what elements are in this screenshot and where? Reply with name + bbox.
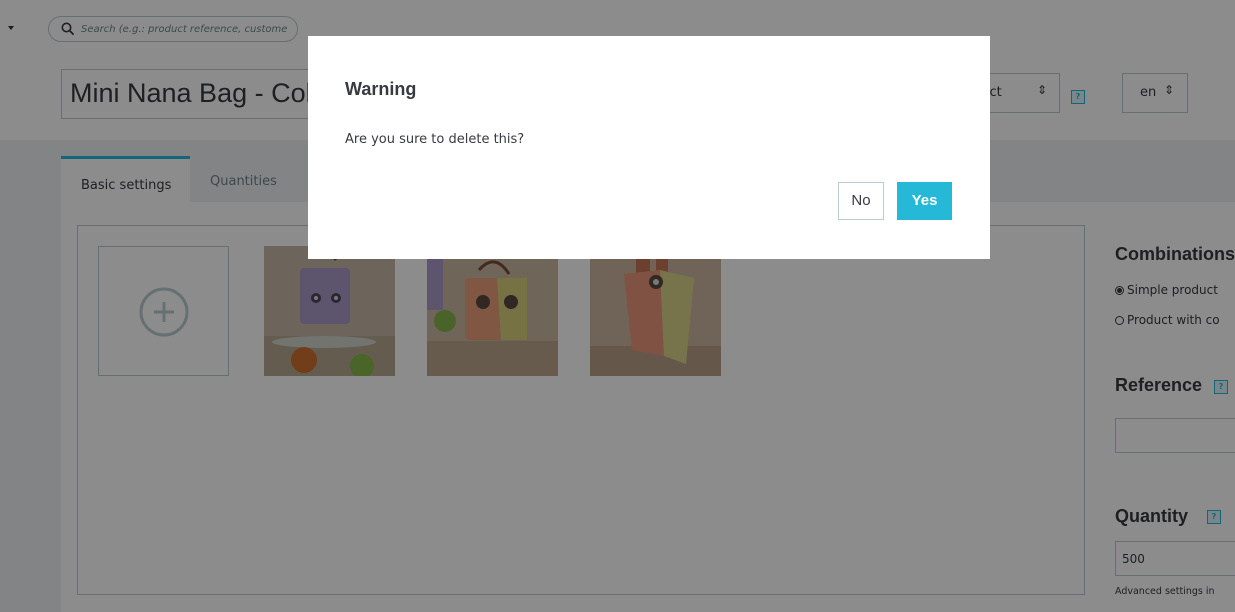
- dialog-title: Warning: [345, 79, 417, 99]
- yes-button[interactable]: Yes: [897, 182, 952, 220]
- no-button[interactable]: No: [838, 182, 884, 220]
- dialog-message: Are you sure to delete this?: [345, 132, 525, 147]
- warning-dialog: Warning Are you sure to delete this? No …: [308, 36, 990, 259]
